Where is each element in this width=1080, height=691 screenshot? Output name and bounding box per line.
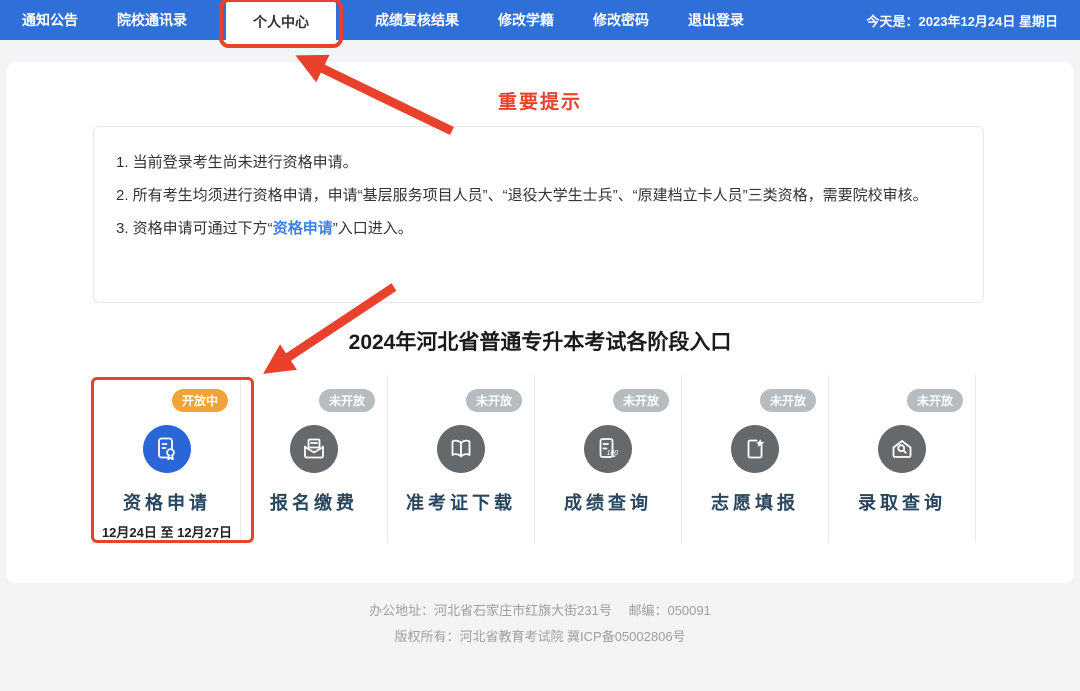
footer-copyright: 版权所有：河北省教育考试院 冀ICP备05002806号 <box>0 624 1080 650</box>
notice-line-3-suffix: ”入口进入。 <box>333 220 413 237</box>
notice-line-1: 1. 当前登录考生尚未进行资格申请。 <box>116 146 961 179</box>
status-badge-closed: 未开放 <box>760 389 816 412</box>
nav-item-notices[interactable]: 通知公告 <box>22 0 78 40</box>
mail-payment-icon <box>290 425 338 473</box>
nav-item-change-password[interactable]: 修改密码 <box>593 0 649 40</box>
status-badge-closed: 未开放 <box>466 389 522 412</box>
status-badge-open: 开放中 <box>172 389 228 412</box>
page-footer: 办公地址：河北省石家庄市红旗大街231号 邮编：050091 版权所有：河北省教… <box>0 598 1080 650</box>
notice-box: 1. 当前登录考生尚未进行资格申请。 2. 所有考生均须进行资格申请，申请“基层… <box>93 126 984 303</box>
stage-card-admission-ticket-download[interactable]: 未开放 准考证下载 <box>388 375 535 543</box>
stage-card-label: 成绩查询 <box>535 489 681 515</box>
important-notice-title: 重要提示 <box>6 87 1074 114</box>
search-mail-icon <box>878 425 926 473</box>
stage-card-volunteer-application[interactable]: 未开放 志愿填报 <box>682 375 829 543</box>
notice-line-2: 2. 所有考生均须进行资格申请，申请“基层服务项目人员”、“退役大学生士兵”、“… <box>116 179 961 212</box>
nav-item-logout[interactable]: 退出登录 <box>688 0 744 40</box>
status-badge-closed: 未开放 <box>907 389 963 412</box>
star-document-icon <box>731 425 779 473</box>
stage-card-label: 志愿填报 <box>682 489 828 515</box>
nav-item-personal-center[interactable]: 个人中心 <box>226 0 336 44</box>
notice-line-3-prefix: 3. 资格申请可通过下方“ <box>116 220 273 237</box>
footer-address: 办公地址：河北省石家庄市红旗大街231号 邮编：050091 <box>0 598 1080 624</box>
stages-section-title: 2024年河北省普通专升本考试各阶段入口 <box>6 326 1074 356</box>
nav-item-personal-center-label: 个人中心 <box>253 14 309 30</box>
nav-item-score-review[interactable]: 成绩复核结果 <box>375 0 459 40</box>
certificate-icon <box>143 425 191 473</box>
nav-item-edit-student-status[interactable]: 修改学籍 <box>498 0 554 40</box>
stage-card-qualification-apply[interactable]: 开放中 资格申请 12月24日 至 12月27日 <box>94 375 241 543</box>
nav-item-school-contacts[interactable]: 院校通讯录 <box>117 0 187 40</box>
stage-card-label: 资格申请 <box>94 489 240 515</box>
main-content-panel: 重要提示 1. 当前登录考生尚未进行资格申请。 2. 所有考生均须进行资格申请，… <box>6 62 1074 583</box>
top-navbar: 通知公告 院校通讯录 个人中心 成绩复核结果 修改学籍 修改密码 退出登录 今天… <box>0 0 1080 40</box>
stage-card-label: 准考证下载 <box>388 489 534 515</box>
stage-card-registration-payment[interactable]: 未开放 报名缴费 <box>241 375 388 543</box>
stage-card-score-query[interactable]: 未开放 100 成绩查询 <box>535 375 682 543</box>
stage-card-date: 12月24日 至 12月27日 <box>94 522 240 541</box>
qualification-apply-link[interactable]: 资格申请 <box>273 220 333 237</box>
notice-line-3: 3. 资格申请可通过下方“资格申请”入口进入。 <box>116 212 961 245</box>
status-badge-closed: 未开放 <box>319 389 375 412</box>
today-date-text: 今天是：2023年12月24日 星期日 <box>867 11 1058 30</box>
open-book-icon <box>437 425 485 473</box>
stage-card-label: 报名缴费 <box>241 489 387 515</box>
score-sheet-icon: 100 <box>584 425 632 473</box>
stage-card-label: 录取查询 <box>829 489 975 515</box>
status-badge-closed: 未开放 <box>613 389 669 412</box>
stage-cards-row: 开放中 资格申请 12月24日 至 12月27日 未开放 <box>94 375 976 543</box>
stage-card-admission-query[interactable]: 未开放 录取查询 <box>829 375 976 543</box>
